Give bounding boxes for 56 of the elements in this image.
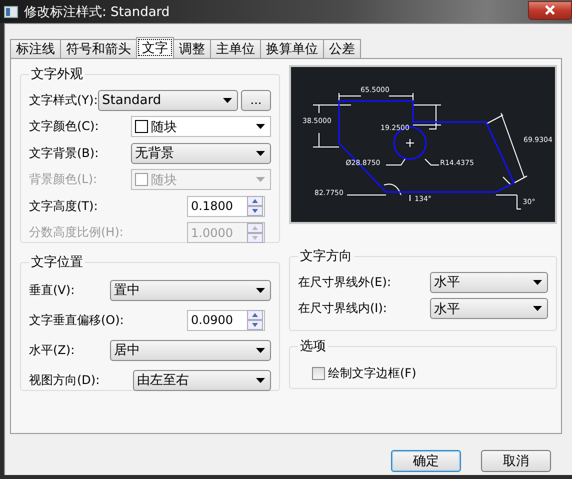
spin-arrows-icon: [247, 222, 263, 243]
field-label: 分数高度比例(H):: [29, 224, 124, 242]
dialog-button[interactable]: 确定: [391, 450, 461, 472]
group-title: 文字方向: [299, 248, 353, 265]
dropdown-arrow-icon: [533, 280, 542, 285]
dropdown-arrow-icon: [223, 98, 232, 103]
field-label: 文字高度(T):: [29, 198, 98, 215]
dialog-button[interactable]: 取消: [481, 450, 551, 472]
dropdown-arrow-icon: [256, 288, 265, 292]
field-label: 在尺寸界线外(E):: [298, 274, 391, 291]
dropdown[interactable]: 居中: [110, 340, 271, 360]
spin-arrows-icon: [247, 196, 263, 216]
dropdown[interactable]: 水平: [430, 298, 548, 320]
dropdown-arrow-icon: [256, 177, 265, 182]
field-label: 垂直(V):: [29, 282, 75, 298]
dropdown[interactable]: 水平: [430, 272, 548, 293]
dropdown-arrow-icon: [256, 150, 265, 156]
color-dropdown[interactable]: 随块: [131, 116, 271, 138]
tab[interactable]: 符号和箭头: [60, 39, 137, 58]
group-title: 选项: [299, 338, 327, 355]
color-swatch: [135, 173, 148, 186]
tab[interactable]: 公差: [323, 39, 361, 58]
dropdown[interactable]: Standard: [98, 90, 238, 111]
tab[interactable]: 文字: [136, 37, 174, 58]
spin-arrows-icon: [247, 310, 263, 330]
dropdown[interactable]: 置中: [110, 280, 271, 300]
group-title: 文字位置: [30, 254, 84, 271]
tab[interactable]: 标注线: [10, 39, 61, 58]
field-label: 文字垂直偏移(O):: [29, 312, 124, 328]
browse-button[interactable]: ...: [241, 90, 271, 111]
color-swatch: [135, 120, 148, 134]
window-title: 修改标注样式: Standard: [24, 4, 170, 20]
close-icon: [544, 5, 556, 15]
dropdown[interactable]: 由左至右: [133, 370, 271, 390]
dropdown[interactable]: 无背景: [131, 142, 271, 164]
field-label: 文字背景(B):: [29, 144, 99, 162]
field-label: 文字颜色(C):: [29, 118, 99, 136]
checkbox[interactable]: [312, 367, 325, 380]
checkbox-label: 绘制文字边框(F): [328, 365, 416, 382]
number-spinner[interactable]: 0.1800: [187, 196, 265, 217]
number-spinner[interactable]: 0.0900: [187, 310, 265, 330]
dropdown-arrow-icon: [256, 348, 265, 352]
window-icon: [4, 6, 18, 18]
tab[interactable]: 换算单位: [260, 39, 324, 58]
close-button[interactable]: [528, 0, 572, 20]
dropdown-arrow-icon: [256, 124, 265, 130]
dropdown-arrow-icon: [256, 378, 265, 382]
field-label: 背景颜色(L):: [29, 171, 98, 188]
tab[interactable]: 调整: [173, 39, 211, 58]
field-label: 文字样式(Y):: [29, 92, 98, 109]
group-title: 文字外观: [30, 66, 84, 83]
field-label: 水平(Z):: [29, 342, 75, 358]
tab[interactable]: 主单位: [210, 39, 261, 58]
dropdown-arrow-icon: [533, 306, 542, 312]
field-label: 视图方向(D):: [29, 372, 100, 388]
field-label: 在尺寸界线内(I):: [298, 300, 387, 318]
